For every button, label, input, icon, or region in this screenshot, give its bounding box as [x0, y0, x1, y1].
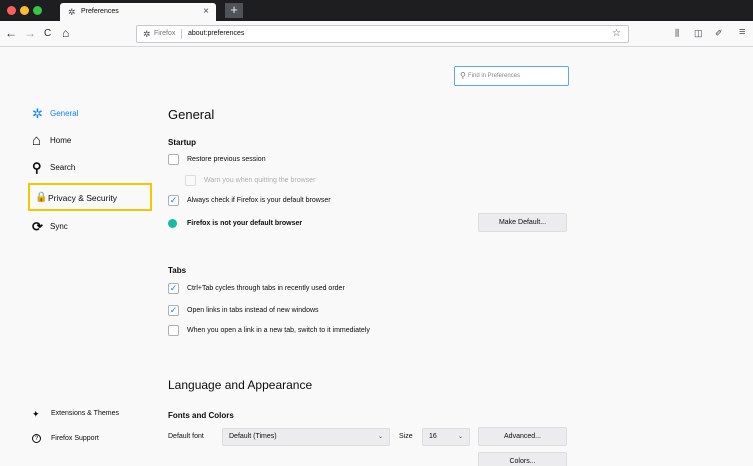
customize-icon[interactable]: ✐	[715, 27, 723, 39]
chevron-down-icon: ⌄	[457, 434, 463, 440]
sidebar-icon[interactable]: ◫	[694, 27, 703, 39]
sidebar-item-label: Sync	[50, 222, 68, 231]
tab-title: Preferences	[81, 8, 119, 15]
font-size-value: 16	[429, 433, 437, 440]
address-bar[interactable]: ✲ Firefox about:preferences ☆	[136, 25, 629, 43]
home-icon: ⌂	[32, 132, 42, 149]
restore-session-checkbox[interactable]	[168, 154, 179, 165]
default-browser-check-label: Always check if Firefox is your default …	[187, 197, 331, 204]
chevron-down-icon: ⌄	[377, 434, 383, 440]
sidebar-item-label: General	[50, 109, 79, 118]
preferences-page: ⚲ Find in Preferences ✲ General ⌂ Home ⚲…	[0, 47, 753, 466]
url-identity: Firefox	[154, 30, 176, 37]
new-tab-button[interactable]: +	[225, 3, 243, 18]
default-font-select[interactable]: Default (Times) ⌄	[222, 428, 390, 446]
menu-icon[interactable]: ≡	[739, 26, 745, 38]
tab-preferences[interactable]: ✲ Preferences ×	[60, 3, 216, 21]
not-default-browser-text: Firefox is not your default browser	[187, 220, 303, 227]
font-size-select[interactable]: 16 ⌄	[422, 428, 470, 446]
maximize-window-button[interactable]	[33, 6, 42, 15]
open-links-checkbox[interactable]: ✓	[168, 305, 179, 316]
default-browser-checkbox[interactable]: ✓	[168, 195, 179, 206]
sidebar-footer-label: Firefox Support	[51, 435, 99, 442]
bookmark-star-icon[interactable]: ☆	[612, 28, 621, 40]
warn-on-quit-checkbox[interactable]	[185, 175, 196, 186]
minimize-window-button[interactable]	[20, 6, 29, 15]
ctrl-tab-checkbox[interactable]: ✓	[168, 283, 179, 294]
info-dot-icon	[168, 219, 177, 228]
sidebar-item-label: Home	[50, 136, 72, 145]
default-font-value: Default (Times)	[229, 433, 277, 440]
close-window-button[interactable]	[7, 6, 16, 15]
switch-to-new-tab-checkbox[interactable]	[168, 325, 179, 336]
search-icon: ⚲	[32, 160, 42, 175]
page-title: General	[168, 107, 215, 122]
library-icon[interactable]: ⫼	[675, 27, 679, 39]
firefox-identity-icon[interactable]: ✲	[143, 28, 151, 40]
sidebar-footer-label: Extensions & Themes	[51, 410, 119, 417]
forward-icon[interactable]: →	[24, 26, 36, 40]
fonts-colors-heading: Fonts and Colors	[168, 411, 234, 420]
open-links-label: Open links in tabs instead of new window…	[187, 307, 319, 314]
default-font-label: Default font	[168, 433, 204, 440]
ctrl-tab-label: Ctrl+Tab cycles through tabs in recently…	[187, 285, 345, 292]
title-bar: ✲ Preferences × +	[0, 0, 753, 21]
search-icon: ⚲	[460, 71, 466, 80]
sync-icon: ⟳	[32, 219, 43, 234]
sidebar-item-privacy-security[interactable]: 🔒 Privacy & Security	[28, 183, 152, 211]
warn-on-quit-label: Warn you when quitting the browser	[204, 177, 316, 184]
tabs-heading: Tabs	[168, 266, 187, 275]
make-default-button[interactable]: Make Default...	[478, 213, 567, 232]
home-icon[interactable]: ⌂	[62, 26, 69, 40]
puzzle-icon: ✦	[32, 409, 40, 419]
url-text[interactable]: about:preferences	[188, 29, 244, 39]
navigation-toolbar: ← → C ⌂ ✲ Firefox about:preferences ☆ ⫼ …	[0, 21, 753, 47]
restore-session-label: Restore previous session	[187, 156, 266, 163]
gear-icon: ✲	[32, 106, 43, 121]
close-tab-icon[interactable]: ×	[203, 6, 209, 17]
font-size-label: Size	[399, 433, 413, 440]
advanced-fonts-button[interactable]: Advanced...	[478, 427, 567, 446]
help-icon: ?	[32, 434, 41, 443]
url-separator	[181, 29, 182, 39]
back-icon[interactable]: ←	[5, 26, 17, 40]
search-placeholder: Find in Preferences	[468, 73, 521, 79]
lock-icon: 🔒	[35, 192, 48, 203]
gear-icon: ✲	[68, 7, 76, 17]
sidebar-item-label: Privacy & Security	[48, 193, 117, 203]
switch-to-new-tab-label: When you open a link in a new tab, switc…	[187, 327, 370, 334]
language-appearance-title: Language and Appearance	[168, 378, 313, 392]
colors-button[interactable]: Colors...	[478, 452, 567, 466]
reload-icon[interactable]: C	[44, 27, 51, 41]
find-in-preferences-input[interactable]: ⚲ Find in Preferences	[454, 66, 569, 86]
startup-heading: Startup	[168, 138, 196, 147]
sidebar-item-label: Search	[50, 163, 76, 172]
